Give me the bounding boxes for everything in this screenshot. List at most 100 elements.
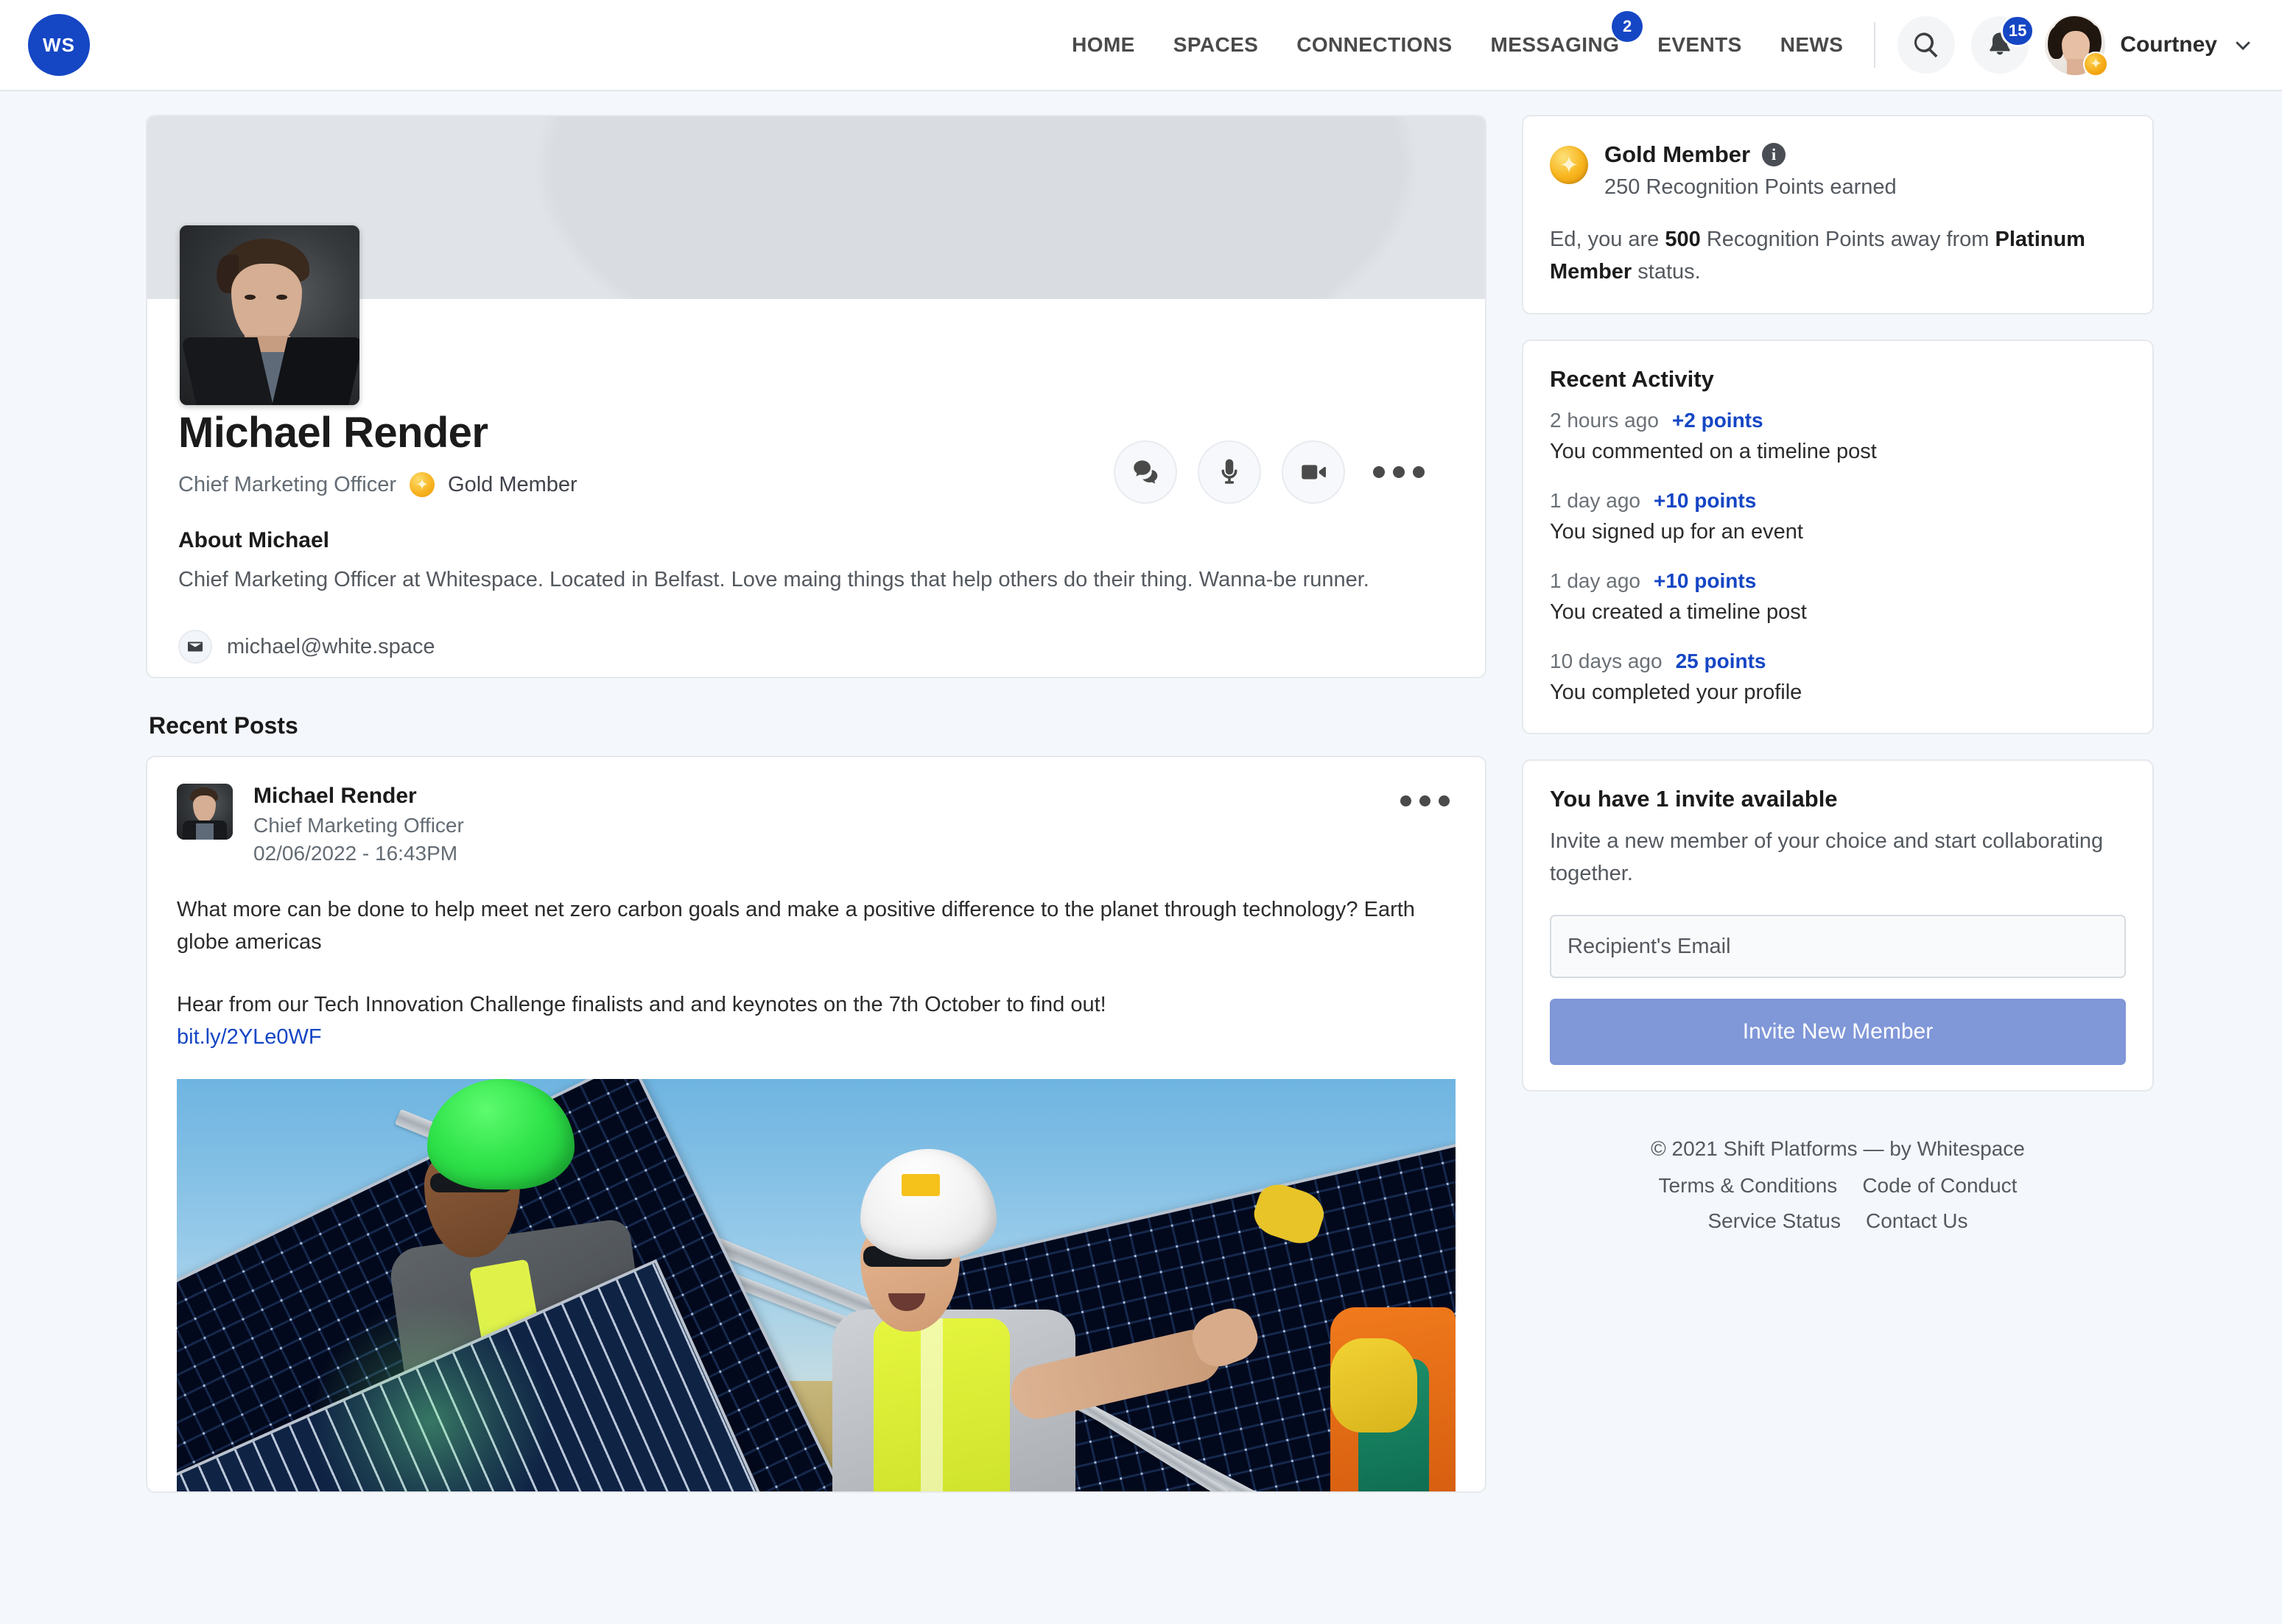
chevron-down-icon[interactable] — [2232, 34, 2254, 56]
nav-item-spaces[interactable]: SPACES — [1173, 33, 1258, 57]
helmet-sticker — [902, 1174, 940, 1197]
more-dot — [1439, 795, 1450, 807]
nav-item-connections[interactable]: CONNECTIONS — [1296, 33, 1452, 57]
footer-link-service-status[interactable]: Service Status — [1707, 1209, 1841, 1233]
footer-links-row-2: Service Status Contact Us — [1529, 1209, 2146, 1233]
user-menu[interactable]: ✦ Courtney — [2045, 15, 2254, 77]
post-card: Michael Render Chief Marketing Officer 0… — [146, 756, 1486, 1494]
note-suffix: status. — [1632, 260, 1701, 284]
activity-description: You signed up for an event — [1550, 520, 1803, 544]
avatar[interactable]: ✦ — [2045, 15, 2109, 77]
post-avatar-shirt — [196, 823, 214, 840]
post-paragraph-1: What more can be done to help meet net z… — [177, 898, 1415, 955]
invite-new-member-button[interactable]: Invite New Member — [1550, 999, 2126, 1066]
recent-posts-heading: Recent Posts — [149, 712, 298, 739]
post-link[interactable]: bit.ly/2YLe0WF — [177, 1025, 322, 1050]
search-button[interactable] — [1897, 16, 1956, 74]
about-text: Chief Marketing Officer at Whitespace. L… — [178, 568, 1369, 591]
more-options-button[interactable] — [1366, 459, 1432, 485]
post-image[interactable] — [177, 1079, 1456, 1492]
activity-item: 10 days ago 25 points You completed your… — [1550, 650, 2126, 705]
green-hard-hat — [427, 1079, 575, 1190]
invite-subtitle: Invite a new member of your choice and s… — [1550, 829, 2104, 885]
email-row[interactable]: michael@white.space — [178, 630, 1485, 664]
brand-logo[interactable]: WS — [28, 14, 90, 76]
profile-card: Michael Render Chief Marketing Officer ✦… — [146, 115, 1486, 679]
post-author-avatar[interactable] — [177, 784, 233, 840]
activity-time: 10 days ago — [1550, 650, 1663, 673]
footer-link-contact-us[interactable]: Contact Us — [1866, 1209, 1968, 1233]
envelope-icon — [178, 630, 212, 664]
footer-link-terms[interactable]: Terms & Conditions — [1659, 1174, 1838, 1198]
brand-logo-text: WS — [43, 33, 75, 56]
video-camera-icon — [1302, 465, 1326, 479]
top-navigation-bar: WS HOME SPACES CONNECTIONS MESSAGING 2 E… — [0, 0, 2282, 91]
activity-time: 1 day ago — [1550, 569, 1640, 593]
recipient-email-input[interactable] — [1550, 915, 2126, 979]
nav-right-group: HOME SPACES CONNECTIONS MESSAGING 2 EVEN… — [1072, 11, 2254, 77]
activity-meta: 1 day ago +10 points — [1550, 489, 2126, 513]
notifications-button[interactable]: 15 — [1971, 15, 2035, 74]
user-name-label: Courtney — [2120, 32, 2217, 57]
worker-white-helmet — [825, 1149, 1264, 1492]
sparkle-glyph: ✦ — [2089, 56, 2102, 72]
activity-points: 25 points — [1675, 650, 1766, 673]
invite-card: You have 1 invite available Invite a new… — [1522, 759, 2154, 1092]
activity-item: 1 day ago +10 points You signed up for a… — [1550, 489, 2126, 544]
activity-points: +2 points — [1671, 409, 1763, 432]
main-column: Michael Render Chief Marketing Officer ✦… — [146, 115, 1486, 1494]
envelope-glyph — [188, 641, 203, 652]
gold-title-row: Gold Member i — [1604, 141, 1897, 168]
nav-item-home-label: HOME — [1072, 33, 1135, 56]
profile-action-buttons — [1114, 440, 1432, 504]
nav-item-home[interactable]: HOME — [1072, 33, 1135, 57]
activity-time: 2 hours ago — [1550, 409, 1659, 432]
info-icon[interactable]: i — [1762, 143, 1786, 166]
yellow-glove — [1330, 1338, 1417, 1433]
page-body: Michael Render Chief Marketing Officer ✦… — [0, 91, 2282, 1494]
profile-role-label: Chief Marketing Officer — [178, 472, 397, 496]
activity-description: You created a timeline post — [1550, 600, 1807, 625]
messaging-badge: 2 — [1612, 11, 1643, 42]
activity-meta: 1 day ago +10 points — [1550, 569, 2126, 593]
nav-item-spaces-label: SPACES — [1173, 33, 1259, 56]
profile-avatar[interactable] — [180, 225, 359, 405]
about-heading: About Michael — [178, 528, 330, 552]
nav-item-connections-label: CONNECTIONS — [1296, 33, 1453, 56]
microphone-button[interactable] — [1198, 440, 1261, 504]
gold-member-text: Gold Member i 250 Recognition Points ear… — [1604, 141, 1897, 200]
gold-member-badge-icon: ✦ — [2083, 52, 2109, 77]
post-options-button[interactable] — [1400, 795, 1450, 807]
recognition-points-earned: 250 Recognition Points earned — [1604, 175, 1897, 199]
more-dot — [1393, 466, 1405, 478]
hi-vis-vest — [874, 1318, 1010, 1492]
gold-coin-icon: ✦ — [1550, 146, 1588, 184]
more-dot — [1413, 466, 1425, 478]
post-author-block: Michael Render Chief Marketing Officer 0… — [253, 784, 464, 865]
nav-item-events[interactable]: EVENTS — [1657, 33, 1741, 57]
microphone-icon — [1221, 459, 1237, 484]
post-timestamp: 02/06/2022 - 16:43PM — [253, 842, 458, 865]
gold-member-card: ✦ Gold Member i 250 Recognition Points e… — [1522, 115, 2154, 315]
nav-item-messaging[interactable]: MESSAGING 2 — [1491, 11, 1643, 57]
profile-avatar-eye-right — [276, 295, 287, 300]
post-paragraph-2: Hear from our Tech Innovation Challenge … — [177, 992, 1106, 1016]
footer-links-row-1: Terms & Conditions Code of Conduct — [1529, 1174, 2146, 1198]
activity-description: You commented on a timeline post — [1550, 440, 1877, 464]
video-call-button[interactable] — [1282, 440, 1345, 504]
activity-description: You completed your profile — [1550, 681, 1802, 705]
more-dot — [1400, 795, 1411, 807]
avatar-neck — [2067, 59, 2085, 75]
footer-link-code-of-conduct[interactable]: Code of Conduct — [1862, 1174, 2017, 1198]
post-author-role: Chief Marketing Officer — [253, 814, 464, 837]
activity-meta: 10 days ago 25 points — [1550, 650, 2126, 673]
chat-icon — [1134, 460, 1158, 484]
invite-title: You have 1 invite available — [1550, 786, 1838, 812]
white-hard-hat — [860, 1149, 997, 1260]
lens-flare — [309, 1300, 552, 1492]
chat-button[interactable] — [1114, 440, 1177, 504]
primary-nav-links: HOME SPACES CONNECTIONS MESSAGING 2 EVEN… — [1072, 11, 1844, 57]
nav-item-news[interactable]: NEWS — [1780, 33, 1844, 57]
gold-member-coin-icon: ✦ — [410, 472, 435, 497]
gold-member-title: Gold Member — [1604, 141, 1751, 167]
